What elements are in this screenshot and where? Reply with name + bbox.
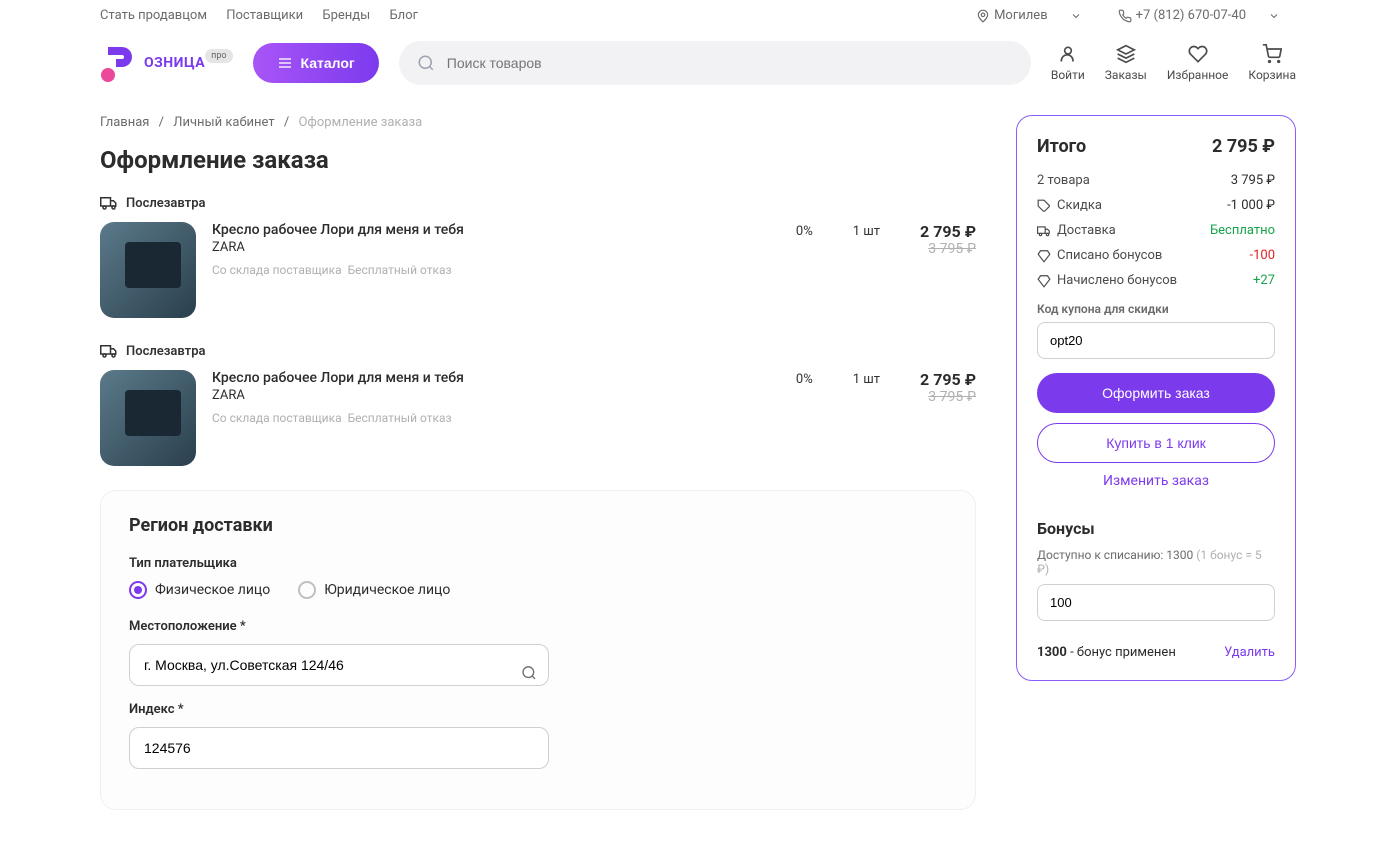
delivery-label: Доставка (1037, 223, 1116, 238)
location-label: Местоположение * (129, 619, 947, 634)
radio-individual[interactable]: Физическое лицо (129, 581, 270, 599)
product-old-price: 3 795 ₽ (920, 241, 976, 257)
breadcrumb-home[interactable]: Главная (100, 115, 149, 130)
bonus-available: Доступно к списанию: 1300 (1 бонус = 5 ₽… (1037, 548, 1275, 576)
checkout-button[interactable]: Оформить заказ (1037, 373, 1275, 413)
oneclick-button[interactable]: Купить в 1 клик (1037, 423, 1275, 463)
truck-icon (100, 194, 118, 212)
product-brand: ZARA (212, 240, 780, 255)
search-icon (417, 54, 435, 72)
top-link-brands[interactable]: Бренды (322, 8, 370, 23)
truck-icon (1037, 224, 1051, 238)
breadcrumb: Главная / Личный кабинет / Оформление за… (100, 115, 976, 130)
search-input[interactable] (399, 41, 1031, 85)
product-price: 2 795 ₽ (920, 370, 976, 389)
discount-value: -1 000 ₽ (1227, 198, 1275, 213)
product-discount: 0% (796, 222, 813, 239)
bonus-section-title: Бонусы (1037, 519, 1275, 538)
product-qty: 1 шт (853, 370, 880, 387)
cart-action[interactable]: Корзина (1248, 44, 1296, 82)
product-row: Кресло рабочее Лори для меня и тебя ZARA… (100, 222, 976, 318)
bonus-applied-text: 1300 - бонус применен (1037, 645, 1176, 660)
index-label: Индекс * (129, 702, 947, 717)
product-title[interactable]: Кресло рабочее Лори для меня и тебя (212, 222, 780, 238)
product-meta: Со склада поставщика Бесплатный отказ (212, 411, 780, 425)
product-meta: Со склада поставщика Бесплатный отказ (212, 263, 780, 277)
product-image[interactable] (100, 370, 196, 466)
top-link-suppliers[interactable]: Поставщики (226, 8, 303, 23)
product-brand: ZARA (212, 388, 780, 403)
cart-icon (1262, 44, 1282, 64)
product-title[interactable]: Кресло рабочее Лори для меня и тебя (212, 370, 780, 386)
chevron-down-icon (1070, 10, 1082, 22)
summary-total: 2 795 ₽ (1212, 136, 1275, 157)
delivery-value: Бесплатно (1210, 223, 1275, 238)
phone-icon (1118, 9, 1132, 23)
delivery-date-1: Послезавтра (100, 194, 976, 212)
catalog-button[interactable]: Каталог (253, 43, 379, 83)
index-input[interactable] (129, 727, 549, 769)
delivery-region-section: Регион доставки Тип плательщика Физическ… (100, 490, 976, 810)
product-image[interactable] (100, 222, 196, 318)
change-order-link[interactable]: Изменить заказ (1037, 473, 1275, 489)
summary-title: Итого (1037, 136, 1086, 157)
search-icon[interactable] (521, 665, 537, 681)
bonus-spent-value: -100 (1249, 248, 1275, 263)
product-qty: 1 шт (853, 222, 880, 239)
diamond-icon (1037, 274, 1051, 288)
discount-label: Скидка (1037, 198, 1102, 213)
chevron-down-icon (1268, 10, 1280, 22)
section-title: Регион доставки (129, 515, 947, 536)
diamond-icon (1037, 249, 1051, 263)
logo-mark-icon (100, 43, 140, 83)
logo[interactable]: ОЗНИЦА про (100, 43, 233, 83)
page-title: Оформление заказа (100, 146, 976, 174)
items-value: 3 795 ₽ (1231, 173, 1275, 188)
user-icon (1058, 44, 1078, 64)
product-row: Кресло рабочее Лори для меня и тебя ZARA… (100, 370, 976, 466)
top-link-seller[interactable]: Стать продавцом (100, 8, 207, 23)
top-link-blog[interactable]: Блог (389, 8, 418, 23)
product-price: 2 795 ₽ (920, 222, 976, 241)
bonus-remove-link[interactable]: Удалить (1224, 645, 1275, 660)
tag-icon (1037, 199, 1051, 213)
delivery-date-2: Послезавтра (100, 342, 976, 360)
items-count-label: 2 товара (1037, 173, 1090, 188)
heart-icon (1188, 44, 1208, 64)
product-discount: 0% (796, 370, 813, 387)
breadcrumb-current: Оформление заказа (298, 115, 422, 130)
city-selector[interactable]: Могилев (976, 8, 1082, 23)
truck-icon (100, 342, 118, 360)
coupon-input[interactable] (1037, 322, 1275, 359)
product-old-price: 3 795 ₽ (920, 389, 976, 405)
bonus-input[interactable] (1037, 584, 1275, 621)
payer-type-label: Тип плательщика (129, 556, 947, 571)
location-input[interactable] (129, 644, 549, 686)
favorites-action[interactable]: Избранное (1167, 44, 1229, 82)
radio-legal[interactable]: Юридическое лицо (298, 581, 450, 599)
phone-selector[interactable]: +7 (812) 670-07-40 (1118, 8, 1280, 23)
summary-sidebar: Итого 2 795 ₽ 2 товара 3 795 ₽ Скидка -1… (1016, 115, 1296, 681)
package-icon (1116, 44, 1136, 64)
logo-text: ОЗНИЦА (144, 55, 205, 71)
bonus-earned-value: +27 (1253, 273, 1275, 288)
logo-badge: про (205, 49, 232, 63)
bonus-earned-label: Начислено бонусов (1037, 273, 1177, 288)
breadcrumb-cabinet[interactable]: Личный кабинет (173, 115, 274, 130)
login-action[interactable]: Войти (1051, 44, 1085, 82)
pin-icon (976, 9, 990, 23)
menu-icon (277, 55, 293, 71)
coupon-label: Код купона для скидки (1037, 302, 1275, 316)
bonus-spent-label: Списано бонусов (1037, 248, 1162, 263)
orders-action[interactable]: Заказы (1105, 44, 1147, 82)
